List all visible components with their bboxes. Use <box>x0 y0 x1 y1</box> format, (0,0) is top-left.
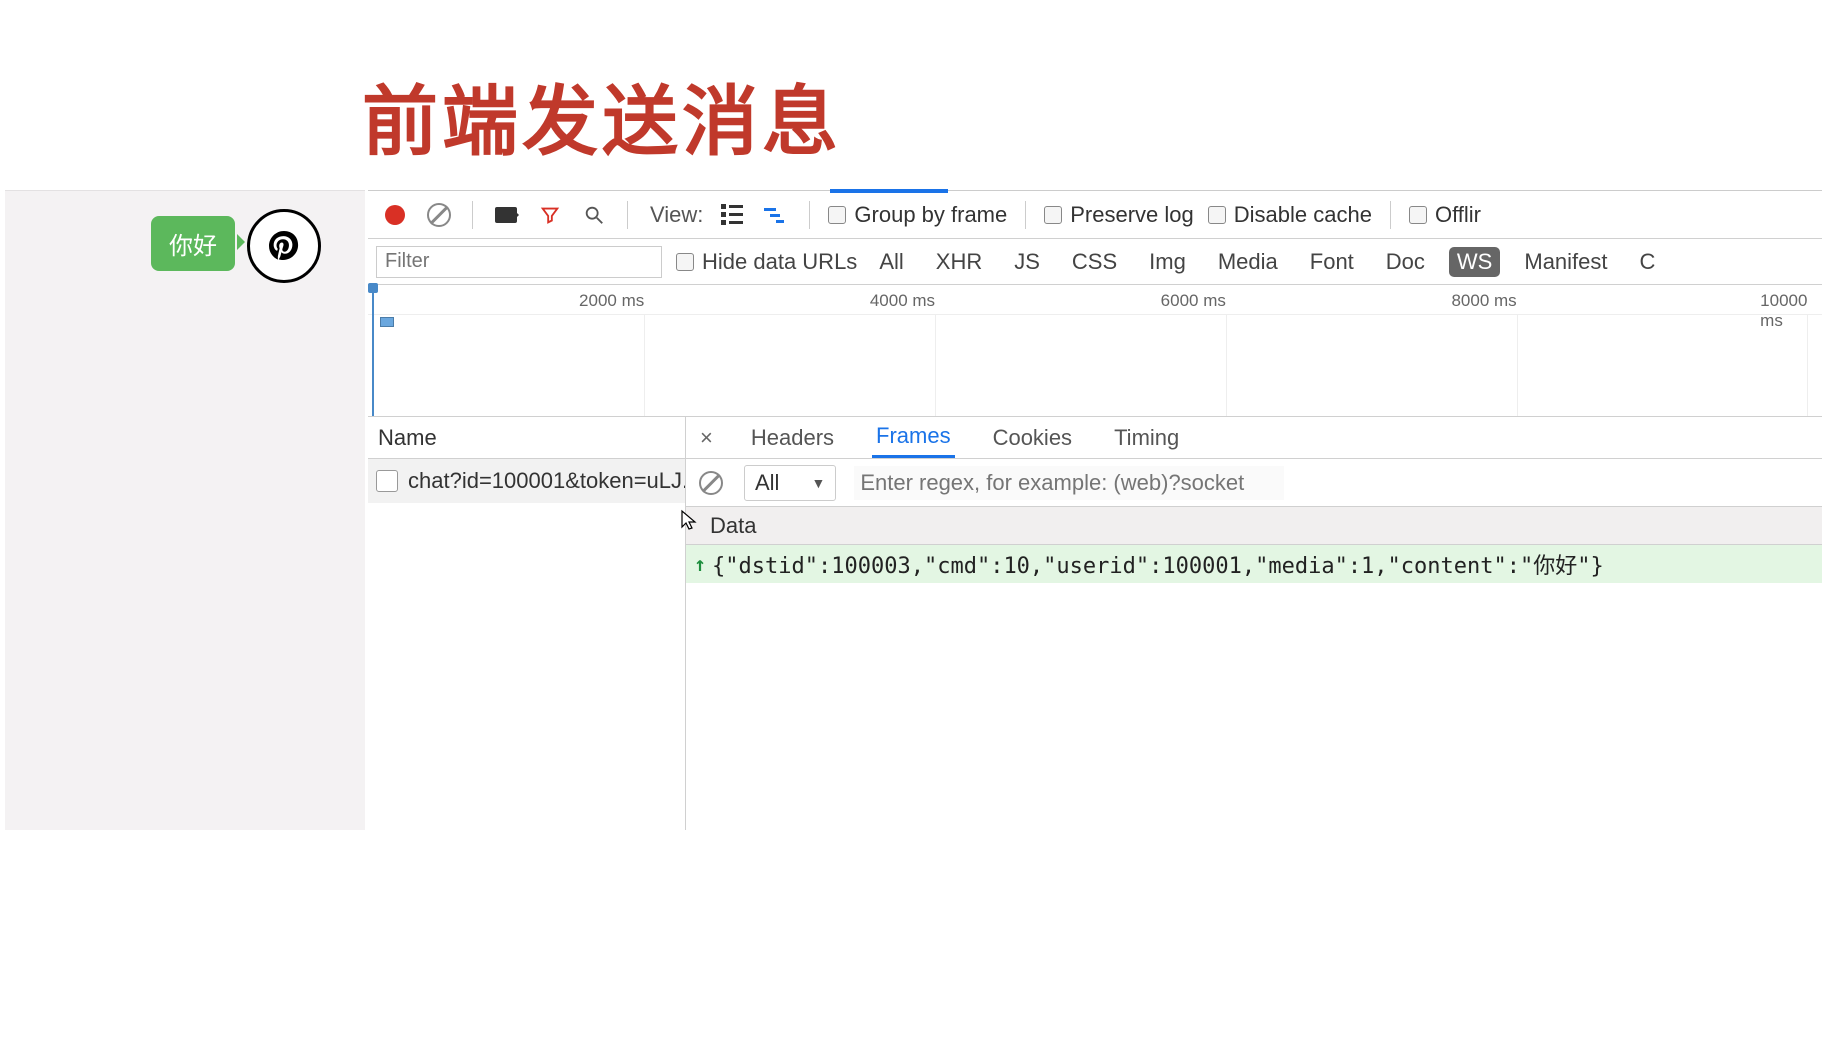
filter-type-c[interactable]: C <box>1632 247 1664 277</box>
timeline-handle[interactable] <box>372 285 374 416</box>
clear-frames-button[interactable] <box>696 468 726 498</box>
preserve-log-checkbox[interactable]: Preserve log <box>1044 202 1194 228</box>
frames-regex-input[interactable] <box>854 466 1284 500</box>
timeline-tick: 4000 ms <box>870 291 935 311</box>
timeline-tick: 2000 ms <box>579 291 644 311</box>
capture-screenshot-button[interactable] <box>491 200 521 230</box>
frame-content: {"dstid":100003,"cmd":10,"userid":100001… <box>712 548 1604 580</box>
filter-toggle-icon[interactable] <box>535 200 565 230</box>
panel-tab-indicator <box>830 189 948 193</box>
filter-type-all[interactable]: All <box>871 247 911 277</box>
frame-row[interactable]: ↑{"dstid":100003,"cmd":10,"userid":10000… <box>686 545 1822 583</box>
toolbar-separator <box>472 201 473 229</box>
filter-type-manifest[interactable]: Manifest <box>1516 247 1615 277</box>
avatar[interactable] <box>247 209 321 283</box>
network-toolbar: View: Group by frame Preserve log Disabl… <box>368 191 1822 239</box>
detail-tab-cookies[interactable]: Cookies <box>989 417 1076 458</box>
filter-type-img[interactable]: Img <box>1141 247 1194 277</box>
filter-input[interactable] <box>376 246 662 278</box>
frame-direction-icon: ↑ <box>694 552 706 576</box>
request-name: chat?id=100001&token=uLJ... <box>408 468 685 494</box>
toolbar-separator <box>1025 201 1026 229</box>
filter-type-doc[interactable]: Doc <box>1378 247 1433 277</box>
data-column-header[interactable]: Data <box>686 507 1822 545</box>
mouse-cursor-icon <box>680 509 700 533</box>
chevron-down-icon: ▼ <box>811 475 825 491</box>
request-detail: × HeadersFramesCookiesTiming All ▼ Data … <box>686 417 1822 830</box>
view-label: View: <box>650 202 703 228</box>
filter-type-js[interactable]: JS <box>1006 247 1048 277</box>
filter-type-ws[interactable]: WS <box>1449 247 1500 277</box>
chat-message-bubble: 你好 <box>151 216 235 271</box>
network-lower: Name chat?id=100001&token=uLJ... × Heade… <box>368 417 1822 830</box>
detail-tab-frames[interactable]: Frames <box>872 417 955 458</box>
detail-tabs: × Headers Frames Cookies Timing <box>686 417 1822 459</box>
toolbar-separator <box>1390 201 1391 229</box>
file-icon <box>376 470 398 492</box>
timeline-request-marker <box>380 317 394 327</box>
hide-data-urls-checkbox[interactable]: Hide data URLs <box>676 249 857 275</box>
detail-tab-headers[interactable]: Headers <box>747 417 838 458</box>
frames-direction-dropdown[interactable]: All ▼ <box>744 465 836 501</box>
pinterest-icon <box>266 228 302 264</box>
detail-tab-timing[interactable]: Timing <box>1110 417 1183 458</box>
page-title: 前端发送消息 <box>362 60 842 170</box>
timeline-overview[interactable]: 2000 ms4000 ms6000 ms8000 ms10000 ms <box>368 285 1822 417</box>
toolbar-separator <box>809 201 810 229</box>
timeline-tick: 8000 ms <box>1451 291 1516 311</box>
request-list: Name chat?id=100001&token=uLJ... <box>368 417 686 830</box>
disable-cache-checkbox[interactable]: Disable cache <box>1208 202 1372 228</box>
offline-checkbox[interactable]: Offlir <box>1409 202 1481 228</box>
devtools-panel: View: Group by frame Preserve log Disabl… <box>368 190 1822 830</box>
toolbar-separator <box>627 201 628 229</box>
filter-type-font[interactable]: Font <box>1302 247 1362 277</box>
waterfall-toggle[interactable] <box>761 200 791 230</box>
filter-type-xhr[interactable]: XHR <box>928 247 990 277</box>
clear-button[interactable] <box>424 200 454 230</box>
frames-filter-bar: All ▼ <box>686 459 1822 507</box>
record-button[interactable] <box>380 200 410 230</box>
search-icon[interactable] <box>579 200 609 230</box>
name-column-header[interactable]: Name <box>368 417 685 459</box>
filter-type-css[interactable]: CSS <box>1064 247 1125 277</box>
filter-bar: Hide data URLs All XHR JS CSS Img Media Font Do… <box>368 239 1822 285</box>
request-row[interactable]: chat?id=100001&token=uLJ... <box>368 459 685 503</box>
chat-panel: 你好 <box>5 190 365 830</box>
large-rows-toggle[interactable] <box>717 200 747 230</box>
close-detail-button[interactable]: × <box>694 425 719 451</box>
filter-type-media[interactable]: Media <box>1210 247 1286 277</box>
timeline-tick: 6000 ms <box>1161 291 1226 311</box>
group-by-frame-checkbox[interactable]: Group by frame <box>828 202 1007 228</box>
